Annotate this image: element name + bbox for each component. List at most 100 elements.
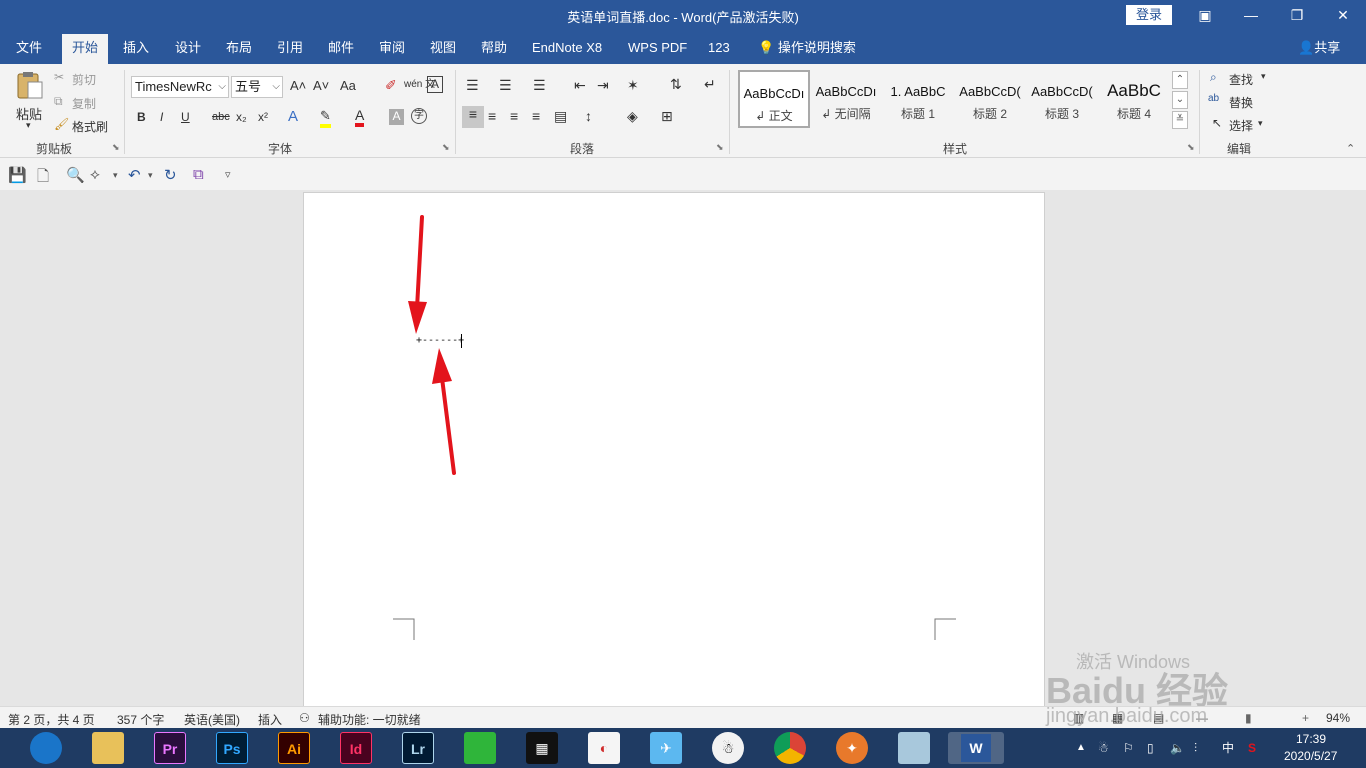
qq-tray-icon[interactable]: ☃: [1098, 728, 1109, 768]
dialog-launcher-icon[interactable]: ⬊: [442, 142, 450, 153]
find-button[interactable]: 查找: [1229, 71, 1253, 88]
touch-mode-icon[interactable]: ⟡: [90, 166, 100, 183]
document-page[interactable]: +------+: [303, 192, 1045, 706]
increase-indent-icon[interactable]: ⇥: [597, 77, 609, 94]
justify-icon[interactable]: ≡: [532, 108, 540, 124]
grow-font-icon[interactable]: A˄: [290, 78, 306, 93]
sogou-icon[interactable]: S: [1248, 728, 1256, 768]
tab-endnote[interactable]: EndNote X8: [532, 30, 602, 64]
line-spacing-icon[interactable]: ↕: [585, 108, 592, 124]
page-count[interactable]: 第 2 页，共 4 页: [8, 711, 95, 728]
file-explorer-icon[interactable]: [92, 732, 124, 764]
style-heading-1[interactable]: 1. AaBbC 标题 1: [882, 70, 954, 128]
chrome-icon[interactable]: [774, 732, 806, 764]
paste-icon[interactable]: [14, 70, 46, 102]
font-name-combo[interactable]: TimesNewRc ⌵: [131, 76, 229, 98]
clear-formatting-icon[interactable]: ✐: [385, 77, 397, 94]
login-button[interactable]: 登录: [1126, 5, 1172, 25]
enclose-character-icon[interactable]: 字: [411, 108, 427, 124]
chevron-down-icon[interactable]: ⌵: [218, 77, 226, 97]
chevron-down-icon[interactable]: ▾: [148, 170, 153, 181]
chevron-down-icon[interactable]: ⌵: [272, 77, 280, 97]
multilevel-list-icon[interactable]: ☰: [533, 77, 546, 94]
red-app-icon[interactable]: ◐: [588, 732, 620, 764]
borders-icon[interactable]: ⊞: [661, 108, 673, 125]
numbering-icon[interactable]: ☰: [499, 77, 512, 94]
bullets-icon[interactable]: ☰: [466, 77, 479, 94]
undo-icon[interactable]: ↶: [128, 166, 141, 184]
zoom-slider[interactable]: ▮: [1245, 711, 1252, 725]
tab-file[interactable]: 文件: [16, 30, 42, 64]
find-icon[interactable]: ⌕: [1210, 70, 1217, 85]
distributed-icon[interactable]: ▤: [554, 108, 567, 125]
premiere-icon[interactable]: Pr: [154, 732, 186, 764]
green-app-icon[interactable]: [464, 732, 496, 764]
tab-view[interactable]: 视图: [430, 30, 456, 64]
highlight-icon[interactable]: ✎: [320, 108, 331, 128]
tab-design[interactable]: 设计: [175, 30, 201, 64]
bold-button[interactable]: B: [137, 110, 146, 124]
copy-page-icon[interactable]: ⧉: [193, 166, 204, 183]
notepad-app-icon[interactable]: [898, 732, 930, 764]
font-color-icon[interactable]: A: [355, 107, 365, 127]
tab-references[interactable]: 引用: [277, 30, 303, 64]
wifi-icon[interactable]: ⫶: [1194, 728, 1197, 768]
share-button[interactable]: 👤共享: [1298, 30, 1340, 64]
chevron-down-icon[interactable]: ▾: [1261, 71, 1266, 82]
volume-icon[interactable]: 🔈: [1170, 728, 1185, 768]
character-border-icon[interactable]: A: [427, 76, 443, 93]
cut-icon[interactable]: ✂: [54, 70, 64, 84]
language-indicator[interactable]: 英语(美国): [184, 711, 240, 728]
style-no-spacing[interactable]: AaBbCcDı ↲ 无间隔: [810, 70, 882, 128]
scroll-down-icon[interactable]: ⌄: [1172, 91, 1188, 109]
tab-wps-pdf[interactable]: WPS PDF: [628, 30, 687, 64]
chevron-down-icon[interactable]: ▾: [113, 170, 118, 181]
replace-icon[interactable]: ab: [1208, 93, 1219, 104]
chevron-down-icon[interactable]: ▾: [1258, 118, 1263, 129]
clock-date[interactable]: 2020/5/27: [1284, 749, 1337, 765]
close-button[interactable]: ✕: [1320, 0, 1366, 30]
illustrator-icon[interactable]: Ai: [278, 732, 310, 764]
decrease-indent-icon[interactable]: ⇤: [574, 77, 586, 94]
style-heading-4[interactable]: AaBbC 标题 4: [1098, 70, 1170, 128]
network-disconnected-icon[interactable]: ⚐: [1123, 728, 1134, 768]
tab-review[interactable]: 审阅: [379, 30, 405, 64]
style-heading-3[interactable]: AaBbCcD( 标题 3: [1026, 70, 1098, 128]
customize-toolbar-icon[interactable]: ▿: [225, 168, 231, 181]
dialog-launcher-icon[interactable]: ⬊: [112, 142, 120, 153]
chevron-down-icon[interactable]: ▾: [26, 120, 31, 131]
redo-icon[interactable]: ↻: [164, 166, 177, 184]
dialog-launcher-icon[interactable]: ⬊: [1187, 142, 1195, 153]
align-right-icon[interactable]: ≡: [510, 108, 518, 124]
character-shading-icon[interactable]: A: [389, 109, 404, 125]
word-taskbar-button[interactable]: W: [948, 732, 1004, 764]
format-painter-button[interactable]: 格式刷: [72, 118, 108, 135]
ime-indicator[interactable]: 中: [1222, 728, 1234, 768]
tell-me-search[interactable]: 💡 操作说明搜索: [758, 30, 856, 64]
sort-icon[interactable]: ⇅: [670, 76, 682, 93]
font-size-combo[interactable]: 五号 ⌵: [231, 76, 283, 98]
underline-button[interactable]: U: [181, 110, 190, 124]
subscript-button[interactable]: x₂: [236, 110, 247, 124]
align-left-icon[interactable]: ≡: [462, 106, 484, 128]
style-normal[interactable]: AaBbCcDı ↲ 正文: [738, 70, 810, 128]
bird-app-icon[interactable]: ✈: [650, 732, 682, 764]
minimize-button[interactable]: —: [1228, 0, 1274, 30]
lightroom-icon[interactable]: Lr: [402, 732, 434, 764]
tab-123[interactable]: 123: [708, 30, 730, 64]
align-center-icon[interactable]: ≡: [488, 108, 496, 124]
accessibility-status[interactable]: 辅助功能: 一切就绪: [318, 711, 421, 728]
select-cursor-icon[interactable]: ↖: [1212, 116, 1222, 130]
video-editor-icon[interactable]: ▦: [526, 732, 558, 764]
edge-browser-icon[interactable]: [30, 732, 62, 764]
more-styles-icon[interactable]: ≚: [1172, 111, 1188, 129]
chinese-layout-icon[interactable]: ✶: [627, 77, 639, 94]
word-count[interactable]: 357 个字: [117, 711, 164, 728]
italic-button[interactable]: I: [160, 110, 163, 124]
text-effects-icon[interactable]: A: [288, 108, 298, 125]
zoom-in-icon[interactable]: +: [1302, 711, 1309, 725]
dialog-launcher-icon[interactable]: ⬊: [716, 142, 724, 153]
select-button[interactable]: 选择: [1229, 117, 1253, 134]
ribbon-display-options-icon[interactable]: ▣: [1182, 0, 1228, 30]
replace-button[interactable]: 替换: [1229, 94, 1253, 111]
